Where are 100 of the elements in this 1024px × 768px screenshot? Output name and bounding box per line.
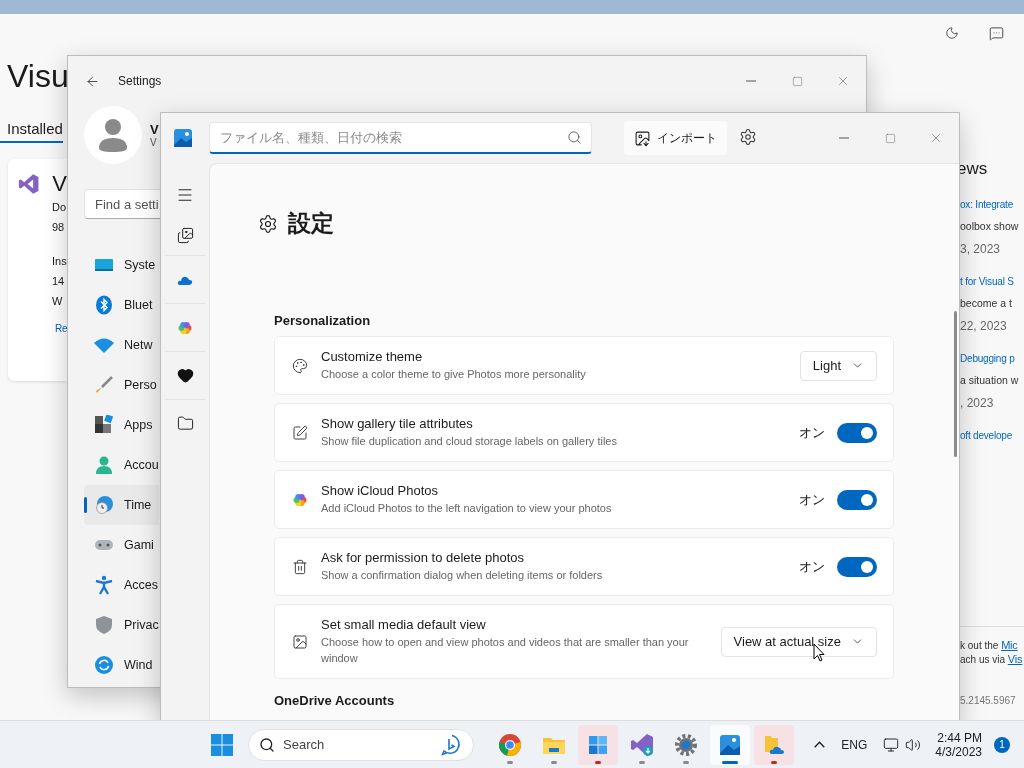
- nav-item[interactable]: Time: [84, 485, 159, 525]
- news-link[interactable]: oft develope: [960, 430, 1024, 441]
- palette-icon: [292, 357, 308, 374]
- bing-icon: [441, 733, 463, 756]
- vs-installer-icon: [630, 732, 654, 757]
- nav-item[interactable]: Syste: [84, 245, 159, 285]
- news-link[interactable]: ox: Integrate: [960, 199, 1024, 210]
- version-text: 5.2145.5967: [959, 694, 1017, 708]
- chrome-icon: [498, 732, 522, 757]
- news-excerpt: become a t: [960, 297, 1013, 309]
- setting-title: Show iCloud Photos: [321, 483, 440, 498]
- edit-icon: [292, 424, 308, 441]
- toggle-label: オン: [799, 423, 825, 442]
- maximize-icon: [884, 132, 896, 144]
- news-excerpt: oolbox show: [960, 220, 1020, 232]
- person-icon: [94, 455, 114, 475]
- news-date: 3, 2023: [960, 242, 1002, 256]
- volume-icon: [905, 736, 922, 753]
- setting-description: Show file duplication and cloud storage labels on gallery tiles: [321, 434, 618, 449]
- windows-logo-icon: [211, 733, 233, 756]
- search-icon: [259, 736, 275, 753]
- vs-logo-icon: [18, 172, 40, 196]
- footer-link[interactable]: Mic: [1001, 639, 1018, 651]
- gear-icon: [739, 128, 757, 146]
- installed-tab[interactable]: Installed: [0, 120, 63, 143]
- nav-item[interactable]: Gami: [84, 525, 159, 565]
- footer-text: k out the Mic: [960, 639, 1019, 651]
- taskbar-app[interactable]: [710, 724, 750, 765]
- settings-icon: [258, 213, 278, 234]
- clock-date: 4/3/2023: [935, 744, 982, 759]
- nav-item[interactable]: Apps: [84, 405, 159, 445]
- cloud-icon: [177, 274, 193, 285]
- setting-title: Show gallery tile attributes: [321, 416, 474, 431]
- news-link[interactable]: Debugging p: [960, 353, 1024, 364]
- search-field[interactable]: ファイル名、種類、日付の検索: [209, 122, 592, 154]
- nav-item[interactable]: Bluet: [84, 285, 159, 325]
- product-detail: 14: [52, 274, 66, 289]
- clock[interactable]: 2:44 PM 4/3/2023: [927, 730, 990, 759]
- sync-icon: [94, 655, 114, 675]
- chevron-up-icon: [814, 741, 826, 748]
- gear-icon: [674, 732, 698, 757]
- shield-icon: [94, 615, 114, 635]
- close-icon: [836, 74, 850, 88]
- taskbar-search[interactable]: Search: [248, 728, 474, 761]
- search-placeholder: Search: [283, 737, 326, 752]
- close-icon: [929, 131, 943, 145]
- photos-app-icon: [173, 128, 193, 148]
- nav-item[interactable]: Netw: [84, 325, 159, 365]
- product-detail: Do: [52, 200, 67, 215]
- news-date: , 2023: [960, 396, 995, 410]
- flower-icon: [293, 492, 307, 507]
- heart-icon: [176, 367, 194, 384]
- toggle-switch[interactable]: [837, 556, 877, 577]
- dropdown[interactable]: Light: [799, 350, 877, 381]
- feedback-icon[interactable]: [989, 26, 1004, 41]
- news-date: 22, 2023: [960, 319, 1008, 333]
- dropdown[interactable]: View at actual size: [720, 626, 877, 657]
- nav-item[interactable]: Acces: [84, 565, 159, 605]
- image-import-icon: [634, 129, 651, 147]
- maximize-icon: [791, 75, 803, 87]
- product-detail: 98: [52, 220, 66, 235]
- photos-icon: [718, 732, 742, 757]
- page-heading: 設定: [288, 209, 334, 238]
- toggle-switch[interactable]: [837, 489, 877, 510]
- footer-link[interactable]: Vis: [1007, 653, 1023, 665]
- clock-icon: [94, 495, 114, 515]
- person-icon: [99, 118, 127, 152]
- clock-time: 2:44 PM: [937, 730, 982, 745]
- notification-badge[interactable]: 1: [994, 736, 1010, 753]
- taskbar-app[interactable]: [578, 724, 618, 765]
- app-title: Visu: [6, 58, 67, 96]
- flower-icon: [178, 320, 192, 335]
- apps-icon: [94, 415, 114, 435]
- user-email: V: [150, 137, 158, 148]
- moon-icon[interactable]: [945, 26, 959, 40]
- setting-description: Show a confirmation dialog when deleting items or folders: [321, 568, 604, 583]
- window-title: Settings: [118, 74, 162, 88]
- import-button[interactable]: インポート: [624, 121, 727, 155]
- toggle-label: オン: [799, 557, 825, 576]
- accessibility-icon: [94, 575, 114, 595]
- bluetooth-icon: [94, 295, 114, 315]
- product-detail: W: [52, 294, 64, 309]
- toggle-switch[interactable]: [837, 422, 877, 443]
- scrollbar[interactable]: [954, 311, 957, 457]
- nav-item[interactable]: Wind: [84, 645, 159, 685]
- setting-title: Customize theme: [321, 349, 424, 364]
- taskbar-app[interactable]: [754, 724, 794, 765]
- folder-icon: [176, 415, 194, 432]
- nav-item[interactable]: Accou: [84, 445, 159, 485]
- nav-item[interactable]: Privac: [84, 605, 159, 645]
- gallery-icon: [176, 226, 194, 244]
- language-indicator[interactable]: ENG: [831, 724, 878, 765]
- search-icon[interactable]: [567, 130, 582, 145]
- setting-title: Set small media default view: [321, 617, 487, 632]
- news-link[interactable]: t for Visual S: [960, 276, 1024, 287]
- section-title: OneDrive Accounts: [274, 693, 396, 708]
- release-notes-link[interactable]: Re: [55, 323, 67, 334]
- product-name: V: [52, 171, 67, 197]
- news-excerpt: a situation w: [960, 374, 1020, 386]
- nav-item[interactable]: Perso: [84, 365, 159, 405]
